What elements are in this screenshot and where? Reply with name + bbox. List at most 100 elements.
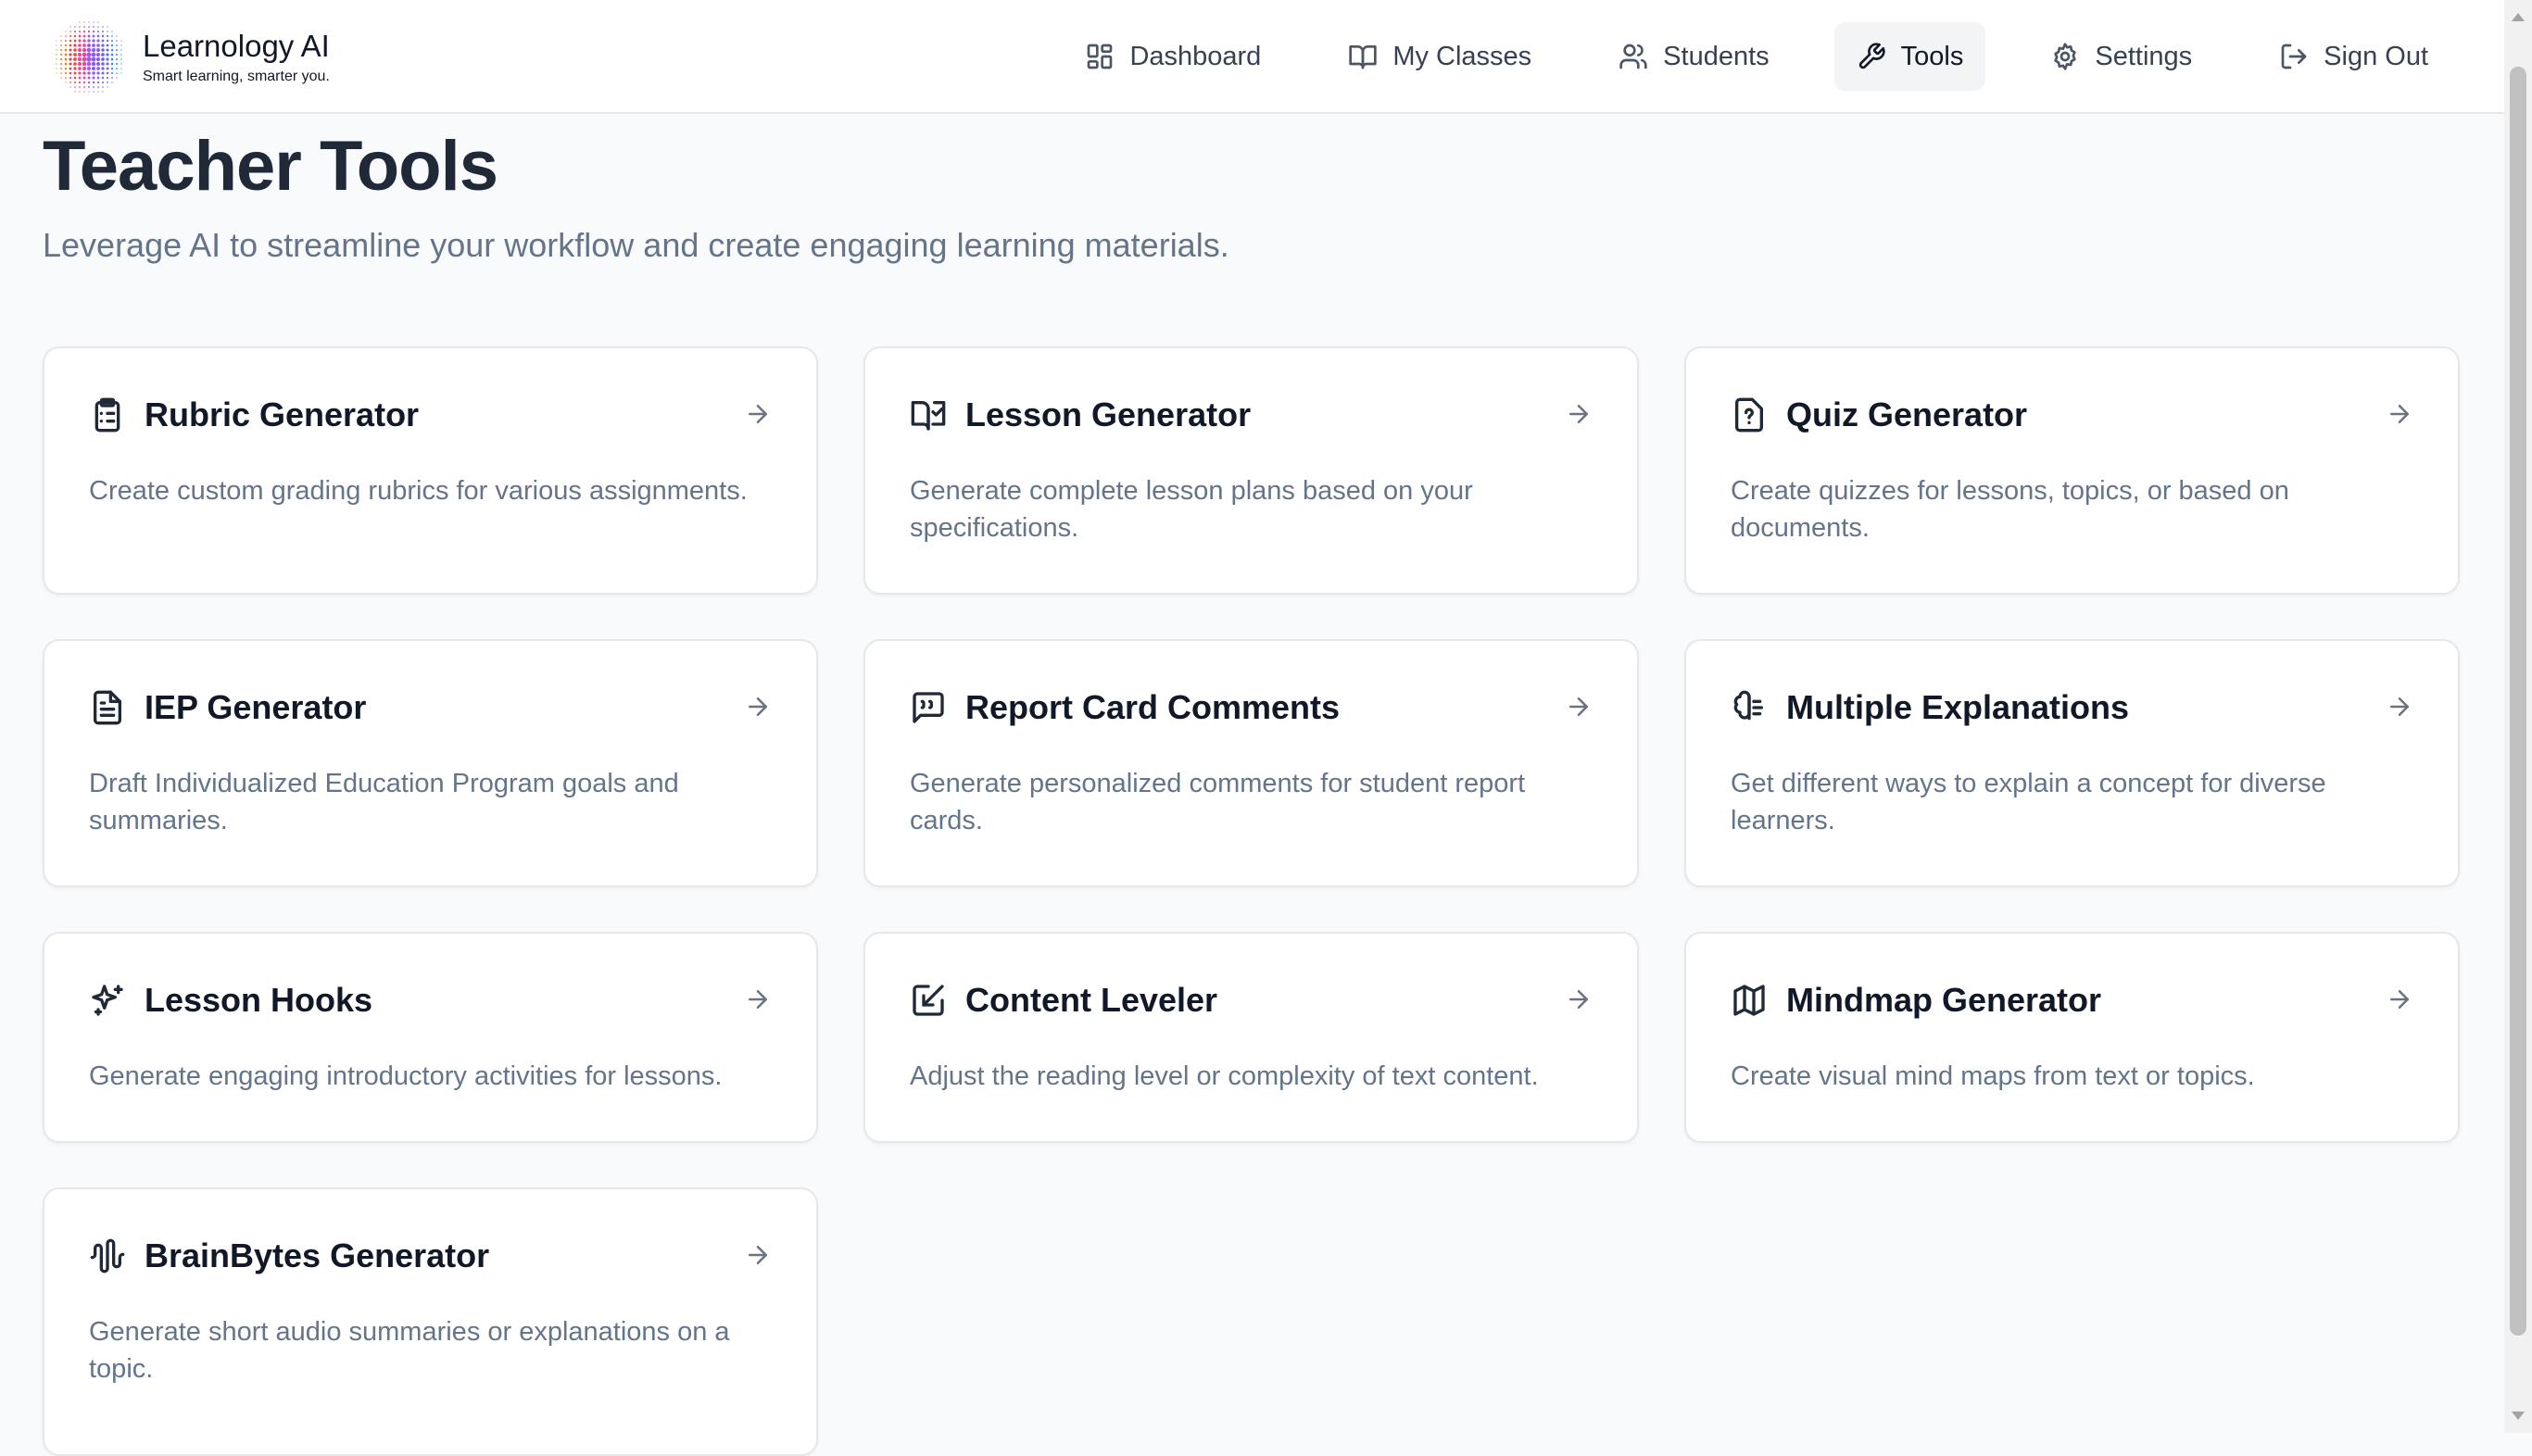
arrow-right-icon[interactable] [744, 693, 772, 721]
logo-dot [83, 86, 85, 88]
logo-dot [73, 57, 77, 61]
logo-dot [97, 26, 99, 28]
arrow-right-icon[interactable] [744, 985, 772, 1013]
tool-card-iep-generator[interactable]: IEP Generator Draft Individualized Educa… [43, 639, 818, 887]
brand-name: Learnology AI [143, 28, 330, 63]
nav-dashboard-label: Dashboard [1129, 41, 1262, 71]
tool-card-brainbytes-generator[interactable]: BrainBytes Generator Generate short audi… [43, 1187, 818, 1456]
nav-sign-out[interactable]: Sign Out [2257, 22, 2450, 91]
nav-dashboard[interactable]: Dashboard [1063, 22, 1283, 91]
file-question-icon [1735, 397, 1763, 433]
tool-card-mindmap-generator[interactable]: Mindmap Generator Create visual mind map… [1684, 932, 2460, 1143]
logo-dot [97, 21, 99, 23]
nav-my-classes[interactable]: My Classes [1326, 22, 1554, 91]
tool-card-title: IEP Generator [145, 688, 367, 726]
logo-dot [69, 62, 72, 66]
logo-dot [107, 82, 108, 83]
tool-card-title: Mindmap Generator [1786, 981, 2102, 1019]
logo-dot [116, 44, 118, 46]
logo-dot [101, 44, 105, 47]
logo-dot [116, 35, 118, 37]
logo-dot [73, 67, 77, 70]
logo-dot [110, 67, 114, 70]
logo-dot [101, 34, 105, 38]
logo-dot [82, 47, 87, 53]
logo-dot [77, 56, 82, 62]
arrow-right-icon[interactable] [2386, 400, 2413, 428]
tool-card-multiple-explanations[interactable]: Multiple Explanations Get different ways… [1684, 639, 2460, 887]
logo-dot [95, 61, 101, 67]
tool-card-report-card-comments[interactable]: Report Card Comments Generate personaliz… [863, 639, 1639, 887]
logo-dot [82, 34, 86, 38]
sign-out-icon [2281, 44, 2307, 69]
tool-card-description: Create quizzes for lessons, topics, or b… [1731, 476, 2289, 543]
tool-card-title: Lesson Hooks [145, 981, 373, 1019]
arrow-right-icon[interactable] [2386, 985, 2413, 1013]
logo-dot [120, 44, 122, 46]
logo-dot [88, 26, 90, 28]
logo-dot [65, 77, 67, 79]
logo-dot [86, 66, 92, 71]
nav-settings[interactable]: Settings [2028, 22, 2214, 91]
logo-dot [69, 57, 72, 61]
logo-dot [96, 44, 100, 47]
tool-card-quiz-generator[interactable]: Quiz Generator Create quizzes for lesson… [1684, 346, 2460, 595]
logo-dot [120, 40, 122, 42]
arrow-right-icon[interactable] [1565, 400, 1593, 428]
logo-dot [59, 53, 63, 56]
logo-dot [92, 34, 95, 38]
logo-dot [78, 81, 82, 84]
scroll-up-arrow-icon[interactable] [2512, 13, 2525, 21]
tool-card-lesson-generator[interactable]: Lesson Generator Generate complete lesso… [863, 346, 1639, 595]
tool-card-content-leveler[interactable]: Content Leveler Adjust the reading level… [863, 932, 1639, 1143]
brand-logo[interactable]: Learnology AI Smart learning, smarter yo… [48, 19, 330, 96]
logo-dot [88, 21, 90, 23]
logo-dot [120, 63, 122, 65]
logo-dot [69, 82, 71, 83]
logo-dot [88, 91, 90, 93]
logo-dot [91, 61, 96, 67]
logo-dot [82, 67, 86, 70]
logo-dot [82, 52, 87, 57]
scroll-down-arrow-icon[interactable] [2512, 1412, 2525, 1420]
logo-dot [110, 53, 114, 56]
arrow-right-icon[interactable] [1565, 693, 1593, 721]
file-text-icon [94, 690, 121, 725]
logo-dot [101, 53, 105, 56]
tool-card-description: Create visual mind maps from text or top… [1731, 1061, 2255, 1091]
arrow-right-icon[interactable] [1565, 985, 1593, 1013]
logo-dot [83, 26, 85, 28]
logo-dot [82, 71, 86, 75]
logo-dot [102, 31, 104, 32]
nav-students[interactable]: Students [1596, 22, 1791, 91]
logo-dot [97, 91, 99, 93]
logo-dot [102, 82, 104, 83]
logo-dot [93, 21, 94, 23]
arrow-right-icon[interactable] [2386, 693, 2413, 721]
logo-dot [110, 44, 114, 47]
scrollbar-thumb[interactable] [2510, 67, 2526, 1336]
logo-dot [106, 76, 109, 80]
logo-dot [77, 52, 82, 57]
logo-dot [79, 26, 81, 28]
logo-dot [74, 86, 76, 88]
logo-dot [60, 44, 62, 46]
logo-dot [69, 71, 72, 75]
logo-dot [87, 34, 91, 38]
tool-card-description: Generate engaging introductory activitie… [89, 1061, 723, 1091]
logo-dot [96, 76, 100, 80]
nav-tools[interactable]: Tools [1833, 22, 1986, 91]
vertical-scrollbar[interactable] [2504, 0, 2532, 1433]
arrow-right-icon[interactable] [744, 400, 772, 428]
logo-dot [87, 76, 91, 80]
logo-dot [78, 67, 82, 70]
logo-dot [87, 30, 91, 33]
tool-card-rubric-generator[interactable]: Rubric Generator Create custom grading r… [43, 346, 818, 595]
main-nav: Dashboard My Classes Students Tools Sett… [1020, 22, 2450, 91]
arrow-right-icon[interactable] [744, 1241, 772, 1269]
tool-card-lesson-hooks[interactable]: Lesson Hooks Generate engaging introduct… [43, 932, 818, 1143]
logo-dot [86, 52, 92, 57]
logo-dot [120, 58, 122, 60]
logo-dot [120, 72, 122, 74]
nav-sign-out-label: Sign Out [2324, 41, 2428, 71]
